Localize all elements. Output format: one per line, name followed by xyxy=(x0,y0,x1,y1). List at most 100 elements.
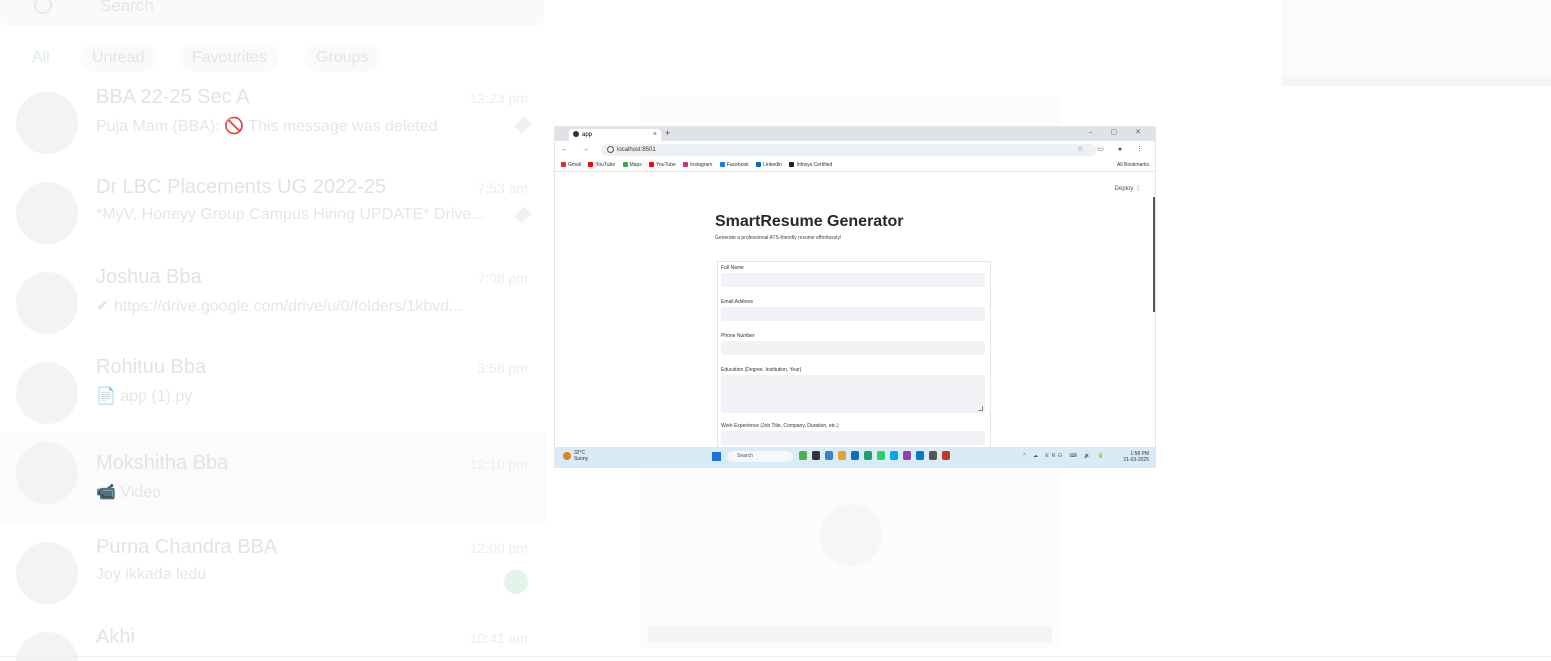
tab-label: app xyxy=(582,132,593,138)
system-tray-icons[interactable]: ^ ☁ ENG ⌨ 🔊 🔋 xyxy=(1023,453,1107,459)
full-name-field[interactable] xyxy=(721,273,985,287)
page-title: SmartResume Generator xyxy=(715,213,904,230)
chat-name: Akhi xyxy=(96,626,135,648)
browser-tab-bar: app × + – ▢ ✕ xyxy=(555,127,1155,141)
chat-time: 7:53 am xyxy=(477,180,528,196)
taskbar-app-icon[interactable] xyxy=(864,451,872,460)
bookmark-item[interactable]: Infosys Certified xyxy=(789,159,832,171)
chat-item-active[interactable]: Mokshitha Bba 12:10 pm 📹 Video xyxy=(0,432,546,522)
avatar xyxy=(16,92,78,154)
avatar xyxy=(16,182,78,244)
taskbar-app-icon[interactable] xyxy=(890,451,898,460)
taskbar-app-icon[interactable] xyxy=(825,451,833,460)
bookmark-item[interactable]: LinkedIn xyxy=(756,159,782,171)
experience-label: Work Experience (Job Title, Company, Dur… xyxy=(721,423,839,429)
taskbar-app-icon[interactable] xyxy=(838,451,846,460)
toolbar-icons[interactable]: ☆ ▭ ● ⋮ xyxy=(1077,145,1149,153)
avatar xyxy=(16,442,78,504)
avatar xyxy=(16,272,78,334)
bookmark-item[interactable]: YouTube xyxy=(649,159,676,171)
chat-time: 3:58 pm xyxy=(477,360,528,376)
streamlit-app-header: SmartResume Generator Generate a profess… xyxy=(715,213,991,241)
tab-favicon-icon xyxy=(573,131,579,138)
chat-preview: 📄 app (1).py xyxy=(96,388,193,405)
chat-time: 10:41 am xyxy=(469,630,528,646)
taskbar-app-icon[interactable] xyxy=(877,451,885,460)
taskbar-app-icon[interactable] xyxy=(812,451,820,460)
bookmark-item[interactable]: Gmail xyxy=(561,159,581,171)
chat-item[interactable]: Purna Chandra BBA 12:00 pm Joy ikkada le… xyxy=(0,534,546,624)
taskbar-app-icon[interactable] xyxy=(851,451,859,460)
url-field[interactable]: localhost:8501 xyxy=(601,144,1097,156)
filter-tab-favourites[interactable]: Favourites xyxy=(180,44,279,72)
bookmark-item[interactable]: Maps xyxy=(622,159,642,171)
sun-icon xyxy=(563,452,571,460)
chat-time: 7:08 pm xyxy=(477,270,528,286)
unread-badge xyxy=(504,570,528,594)
chat-time: 12:10 pm xyxy=(469,456,528,472)
bookmark-item[interactable]: YouTube xyxy=(588,159,615,171)
filter-tab-groups[interactable]: Groups xyxy=(304,44,381,72)
phone-field[interactable] xyxy=(721,341,985,355)
taskbar-app-icon[interactable] xyxy=(929,451,937,460)
email-field[interactable] xyxy=(721,307,985,321)
browser-tab[interactable]: app × xyxy=(569,129,661,141)
taskbar-app-icon[interactable] xyxy=(942,451,950,460)
site-info-icon xyxy=(607,145,614,153)
media-thumbnails-strip xyxy=(1282,0,1551,86)
all-bookmarks[interactable]: All Bookmarks xyxy=(1117,159,1149,171)
new-tab-icon[interactable]: + xyxy=(665,128,670,138)
pin-icon xyxy=(514,116,532,134)
chat-preview: ✔ https://drive.google.com/drive/u/0/fol… xyxy=(96,298,463,315)
resume-form-fields: Full Name Email Address Phone Number Edu… xyxy=(721,263,987,455)
close-icon[interactable]: × xyxy=(653,129,657,141)
chat-preview: Joy ikkada ledu xyxy=(96,566,207,583)
education-label: Education (Degree, Institution, Year) xyxy=(721,367,802,373)
search-icon xyxy=(34,0,52,14)
chat-time: 12:23 pm xyxy=(469,90,528,106)
clock-date: 21-03-2025 xyxy=(1123,457,1149,463)
chat-name: Dr LBC Placements UG 2022-25 xyxy=(96,176,387,198)
clock[interactable]: 1:58 PM 21-03-2025 xyxy=(1123,451,1149,463)
taskbar-app-icon[interactable] xyxy=(916,451,924,460)
chat-time: 12:00 pm xyxy=(469,540,528,556)
chat-item[interactable]: Joshua Bba 7:08 pm ✔ https://drive.googl… xyxy=(0,264,546,354)
weather-widget[interactable]: 32°C Sunny xyxy=(563,450,588,462)
video-progress-bar xyxy=(648,626,1052,642)
chat-name: Purna Chandra BBA xyxy=(96,536,278,558)
avatar xyxy=(16,362,78,424)
bookmarks-bar: Gmail YouTube Maps YouTube Instagram Fac… xyxy=(555,159,1155,172)
play-icon[interactable] xyxy=(820,504,882,566)
screenshot-preview: app × + – ▢ ✕ ← → ↻ localhost:8501 ☆ ▭ ●… xyxy=(555,127,1155,467)
chat-preview: *MyV, Honeyy Group Campus Hiring UPDATE*… xyxy=(96,206,485,223)
experience-field[interactable] xyxy=(721,431,985,445)
windows-taskbar: 32°C Sunny Search ^ ☁ ENG ⌨ 🔊 🔋 1:58 PM 2… xyxy=(555,447,1155,467)
filter-tab-unread[interactable]: Unread xyxy=(80,44,157,72)
bookmark-item[interactable]: Facebook xyxy=(719,159,749,171)
chat-item[interactable]: Dr LBC Placements UG 2022-25 7:53 am *My… xyxy=(0,174,546,264)
taskbar-app-icons xyxy=(799,451,950,460)
chat-item[interactable]: Rohituu Bba 3:58 pm 📄 app (1).py xyxy=(0,354,546,444)
bookmark-item[interactable]: Instagram xyxy=(683,159,712,171)
chat-preview: Puja Mam (BBA): 🚫 This message was delet… xyxy=(96,118,438,135)
avatar xyxy=(16,542,78,604)
filter-tab-all[interactable]: All xyxy=(20,44,62,72)
email-label: Email Address xyxy=(721,299,753,305)
deploy-button[interactable]: Deploy ⋮ xyxy=(1115,185,1141,192)
chat-item[interactable]: BBA 22-25 Sec A 12:23 pm Puja Mam (BBA):… xyxy=(0,84,546,174)
taskbar-search[interactable]: Search xyxy=(727,451,793,462)
taskbar-app-icon[interactable] xyxy=(903,451,911,460)
taskbar-app-icon[interactable] xyxy=(799,451,807,460)
windows-start-icon[interactable] xyxy=(712,452,721,461)
scrollbar[interactable] xyxy=(1153,197,1155,312)
full-name-label: Full Name xyxy=(721,265,744,271)
weather-desc: Sunny xyxy=(574,456,589,462)
chat-name: Rohituu Bba xyxy=(96,356,207,378)
chat-name: Mokshitha Bba xyxy=(96,452,229,474)
chat-name: Joshua Bba xyxy=(96,266,202,288)
education-textarea[interactable] xyxy=(721,375,985,413)
pin-icon xyxy=(514,206,532,224)
url-text: localhost:8501 xyxy=(617,147,656,153)
chat-search-bar[interactable]: Search xyxy=(0,0,544,26)
window-controls[interactable]: – ▢ ✕ xyxy=(1089,128,1149,136)
